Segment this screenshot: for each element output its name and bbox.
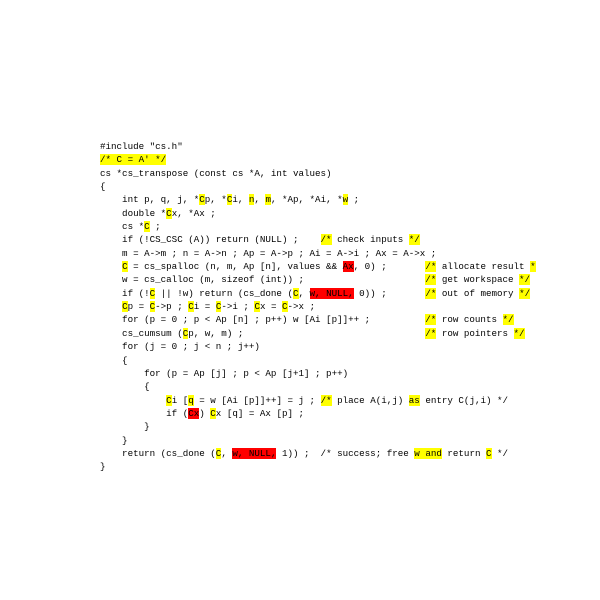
highlight-yellow: /*	[425, 314, 436, 325]
code-line: #include "cs.h"	[100, 140, 600, 153]
code-line: cs *cs_transpose (const cs *A, int value…	[100, 167, 600, 180]
code-text: return	[442, 448, 486, 459]
code-text: 0)) ;	[354, 288, 426, 299]
code-text: if (!CS_CSC (A)) return (NULL) ;	[100, 234, 321, 245]
code-line: {	[100, 180, 600, 193]
code-text: = w [Ai [p]]++] = j ;	[194, 395, 321, 406]
code-line: {	[100, 380, 600, 393]
code-text: i =	[194, 301, 216, 312]
code-line: for (p = 0 ; p < Ap [n] ; p++) w [Ai [p]…	[100, 313, 600, 326]
highlight-yellow: as	[409, 395, 420, 406]
code-line: if (Cx) Cx [q] = Ax [p] ;	[100, 407, 600, 420]
code-line: w = cs_calloc (m, sizeof (int)) ; /* get…	[100, 273, 600, 286]
code-text: i,	[232, 194, 249, 205]
highlight-red: w, NULL,	[310, 288, 354, 299]
code-text: for (p = 0 ; p < Ap [n] ; p++) w [Ai [p]…	[100, 314, 425, 325]
highlight-yellow: */	[409, 234, 420, 245]
code-line: for (j = 0 ; j < n ; j++)	[100, 340, 600, 353]
code-text: ,	[254, 194, 265, 205]
highlight-red: Ax	[343, 261, 354, 272]
code-text: allocate result	[436, 261, 530, 272]
highlight-yellow: *	[530, 261, 536, 272]
code-text	[100, 261, 122, 272]
code-listing: #include "cs.h"/* C = A' */ cs *cs_transp…	[0, 0, 600, 474]
code-line: }	[100, 460, 600, 473]
code-line: if (!C || !w) return (cs_done (C, w, NUL…	[100, 287, 600, 300]
highlight-yellow: /*	[425, 328, 436, 339]
code-line: cs *C ;	[100, 220, 600, 233]
code-text: x [q] = Ax [p] ;	[216, 408, 304, 419]
code-line: if (!CS_CSC (A)) return (NULL) ; /* chec…	[100, 233, 600, 246]
code-text: ,	[299, 288, 310, 299]
highlight-yellow: */	[519, 274, 530, 285]
code-text: p, w, m) ;	[188, 328, 425, 339]
code-text: cs_cumsum (	[100, 328, 183, 339]
highlight-yellow: /*	[321, 234, 332, 245]
code-text: || !w) return (cs_done (	[155, 288, 293, 299]
code-text: if (!	[100, 288, 150, 299]
code-line: }	[100, 420, 600, 433]
code-line: Cp = C->p ; Ci = C->i ; Cx = C->x ;	[100, 300, 600, 313]
code-line: }	[100, 434, 600, 447]
code-text: 1)) ; /* success; free	[276, 448, 414, 459]
code-text: = cs_spalloc (n, m, Ap [n], values &&	[128, 261, 343, 272]
code-text: place A(i,j)	[332, 395, 409, 406]
code-line: m = A->m ; n = A->n ; Ap = A->p ; Ai = A…	[100, 247, 600, 260]
code-text: ->i ;	[221, 301, 254, 312]
highlight-yellow: /*	[425, 261, 436, 272]
code-text: if (	[100, 408, 188, 419]
code-text: int p, q, j, *	[100, 194, 199, 205]
code-text: out of memory	[436, 288, 519, 299]
code-text: cs *	[100, 221, 144, 232]
code-text: ;	[348, 194, 359, 205]
code-line: for (p = Ap [j] ; p < Ap [j+1] ; p++)	[100, 367, 600, 380]
code-line: int p, q, j, *Cp, *Ci, n, m, *Ap, *Ai, *…	[100, 193, 600, 206]
code-line: Ci [q = w [Ai [p]]++] = j ; /* place A(i…	[100, 394, 600, 407]
code-line: cs_cumsum (Cp, w, m) ; /* row pointers *…	[100, 327, 600, 340]
code-text: i [	[172, 395, 189, 406]
code-line: {	[100, 354, 600, 367]
highlight-yellow: */	[514, 328, 525, 339]
highlight-yellow: /* C = A' */	[100, 154, 166, 165]
code-line: /* C = A' */	[100, 153, 600, 166]
code-text: return (cs_done (	[100, 448, 216, 459]
highlight-yellow: /*	[425, 274, 436, 285]
code-line: return (cs_done (C, w, NULL, 1)) ; /* su…	[100, 447, 600, 460]
code-text: entry C(j,i) */	[420, 395, 508, 406]
code-text: */	[492, 448, 509, 459]
code-text: )	[199, 408, 210, 419]
code-text	[100, 301, 122, 312]
code-text: ,	[221, 448, 232, 459]
highlight-yellow: */	[503, 314, 514, 325]
code-text: check inputs	[332, 234, 409, 245]
code-line: double *Cx, *Ax ;	[100, 207, 600, 220]
code-text: ;	[150, 221, 161, 232]
code-line: C = cs_spalloc (n, m, Ap [n], values && …	[100, 260, 600, 273]
code-text: ->p ;	[155, 301, 188, 312]
code-text: ->x ;	[288, 301, 316, 312]
highlight-red: w, NULL,	[232, 448, 276, 459]
code-text: w = cs_calloc (m, sizeof (int)) ;	[100, 274, 425, 285]
highlight-red: Cx	[188, 408, 199, 419]
code-text: row counts	[436, 314, 502, 325]
code-text: row pointers	[436, 328, 513, 339]
code-text: p =	[128, 301, 150, 312]
code-text: , *Ap, *Ai, *	[271, 194, 343, 205]
code-text: get workspace	[436, 274, 519, 285]
highlight-yellow: /*	[425, 288, 436, 299]
code-text: double *	[100, 208, 166, 219]
code-text: , 0) ;	[354, 261, 426, 272]
highlight-yellow: /*	[321, 395, 332, 406]
code-text: x =	[260, 301, 282, 312]
code-text: p, *	[205, 194, 227, 205]
code-text: x, *Ax ;	[172, 208, 216, 219]
code-text	[100, 395, 166, 406]
highlight-yellow: w and	[414, 448, 442, 459]
highlight-yellow: */	[519, 288, 530, 299]
